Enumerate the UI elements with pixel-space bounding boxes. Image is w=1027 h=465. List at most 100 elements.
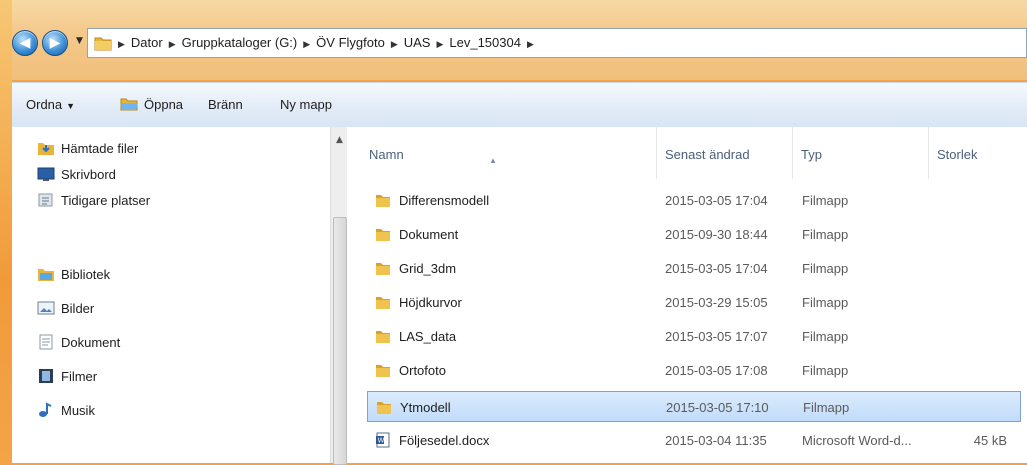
column-header-size[interactable]: Storlek bbox=[929, 127, 1027, 179]
forward-button[interactable]: ▶ bbox=[42, 30, 68, 56]
organize-label: Ordna bbox=[26, 97, 63, 112]
folder-icon bbox=[376, 365, 390, 377]
file-type: Filmapp bbox=[802, 295, 849, 310]
nav-label: Hämtade filer bbox=[61, 141, 139, 156]
folder-icon bbox=[376, 297, 390, 309]
file-name: Differensmodell bbox=[399, 193, 490, 208]
nav-item-documents[interactable]: Dokument bbox=[37, 331, 120, 355]
breadcrumb-item[interactable]: Gruppkataloger (G:) bbox=[182, 29, 298, 57]
folder-icon bbox=[376, 331, 390, 343]
navigation-scrollbar[interactable]: ▲ bbox=[330, 127, 348, 465]
table-row[interactable]: W Följesedel.docx 2015-03-04 11:35 Microsof… bbox=[367, 425, 1021, 456]
file-type: Filmapp bbox=[803, 400, 850, 415]
breadcrumb-separator-icon[interactable]: ▶ bbox=[118, 30, 125, 58]
file-name: LAS_data bbox=[399, 329, 457, 344]
nav-item-desktop[interactable]: Skrivbord bbox=[37, 163, 116, 187]
breadcrumb-item[interactable]: UAS bbox=[404, 29, 431, 57]
file-size: 45 kB bbox=[973, 433, 1007, 448]
table-row[interactable]: Differensmodell 2015-03-05 17:04 Filmapp bbox=[367, 185, 1021, 216]
file-type: Filmapp bbox=[802, 329, 849, 344]
file-name-cell: Grid_3dm bbox=[375, 253, 456, 284]
open-button[interactable]: Öppna bbox=[120, 83, 183, 127]
burn-label: Bränn bbox=[208, 97, 243, 112]
file-type: Filmapp bbox=[802, 227, 849, 242]
column-header-label: Namn bbox=[369, 147, 404, 162]
nav-item-videos[interactable]: Filmer bbox=[37, 365, 97, 389]
file-name-cell: LAS_data bbox=[375, 321, 456, 352]
burn-button[interactable]: Bränn bbox=[208, 83, 243, 127]
file-modified: 2015-09-30 18:44 bbox=[665, 227, 768, 242]
desktop-icon bbox=[37, 167, 55, 181]
breadcrumb-separator-icon[interactable]: ▶ bbox=[527, 30, 534, 58]
window-chrome: ◀ ▶ ▼ ▶ Dator ▶ Gruppkataloger (G:) ▶ ÖV Flyg… bbox=[12, 0, 1027, 80]
scrollbar-thumb[interactable] bbox=[333, 217, 347, 465]
file-type: Filmapp bbox=[802, 363, 849, 378]
column-header-type[interactable]: Typ bbox=[793, 127, 929, 179]
documents-icon bbox=[39, 334, 53, 350]
chevron-down-icon: ▼ bbox=[66, 101, 76, 111]
breadcrumb-separator-icon[interactable]: ▶ bbox=[303, 30, 310, 58]
breadcrumb-separator-icon[interactable]: ▶ bbox=[169, 30, 176, 58]
file-name-cell: Ortofoto bbox=[375, 355, 446, 386]
nav-label: Dokument bbox=[61, 335, 121, 350]
file-size bbox=[927, 219, 1007, 250]
word-document-icon: W bbox=[376, 432, 390, 448]
nav-label: Bibliotek bbox=[61, 267, 111, 282]
file-list: Namn ▲ Senast ändrad Typ Storlek Differe… bbox=[347, 127, 1027, 463]
new-folder-label: Ny mapp bbox=[280, 97, 333, 112]
svg-text:W: W bbox=[378, 437, 385, 445]
address-bar[interactable]: ▶ Dator ▶ Gruppkataloger (G:) ▶ ÖV Flygfoto ▶ U… bbox=[87, 28, 1027, 58]
file-name: Grid_3dm bbox=[399, 261, 457, 276]
file-modified: 2015-03-04 11:35 bbox=[665, 433, 767, 448]
history-dropdown-icon[interactable]: ▼ bbox=[76, 36, 83, 46]
file-name-cell: Ytmodell bbox=[376, 392, 451, 423]
pictures-icon bbox=[37, 301, 55, 315]
file-name: Dokument bbox=[399, 227, 459, 242]
sort-ascending-icon: ▲ bbox=[489, 156, 497, 165]
folder-icon bbox=[376, 195, 390, 207]
file-modified: 2015-03-05 17:07 bbox=[665, 329, 768, 344]
table-row[interactable]: Dokument 2015-09-30 18:44 Filmapp bbox=[367, 219, 1021, 250]
file-type: Microsoft Word-d... bbox=[802, 433, 912, 448]
nav-item-music[interactable]: Musik bbox=[37, 399, 95, 423]
back-button[interactable]: ◀ bbox=[12, 30, 38, 56]
organize-button[interactable]: Ordna ▼ bbox=[26, 83, 75, 127]
open-folder-icon bbox=[120, 98, 138, 111]
nav-item-libraries[interactable]: Bibliotek bbox=[37, 263, 110, 287]
breadcrumb-item[interactable]: Lev_150304 bbox=[449, 29, 521, 57]
column-header-label: Storlek bbox=[937, 147, 978, 162]
column-header-modified[interactable]: Senast ändrad bbox=[657, 127, 793, 179]
table-row[interactable]: Ytmodell 2015-03-05 17:10 Filmapp bbox=[367, 391, 1021, 422]
file-size bbox=[927, 253, 1007, 284]
folder-icon bbox=[376, 229, 390, 241]
recent-places-icon bbox=[38, 193, 53, 207]
nav-item-downloads[interactable]: Hämtade filer bbox=[37, 137, 138, 161]
nav-item-recent-places[interactable]: Tidigare platser bbox=[37, 189, 150, 213]
folder-icon bbox=[377, 402, 391, 414]
breadcrumb-separator-icon[interactable]: ▶ bbox=[436, 30, 443, 58]
file-modified: 2015-03-29 15:05 bbox=[665, 295, 768, 310]
breadcrumb-item[interactable]: Dator bbox=[131, 29, 163, 57]
new-folder-button[interactable]: Ny mapp bbox=[280, 83, 332, 127]
videos-icon bbox=[39, 369, 53, 383]
table-row[interactable]: LAS_data 2015-03-05 17:07 Filmapp bbox=[367, 321, 1021, 352]
file-name: Ytmodell bbox=[400, 400, 451, 415]
nav-label: Tidigare platser bbox=[61, 193, 151, 208]
breadcrumb-separator-icon[interactable]: ▶ bbox=[391, 30, 398, 58]
file-size bbox=[927, 185, 1007, 216]
table-row[interactable]: Ortofoto 2015-03-05 17:08 Filmapp bbox=[367, 355, 1021, 386]
command-bar: Ordna ▼ Öppna Bränn Ny mapp bbox=[12, 82, 1027, 128]
scroll-up-icon[interactable]: ▲ bbox=[336, 135, 343, 145]
file-name: Följesedel.docx bbox=[399, 433, 490, 448]
file-name-cell: W Följesedel.docx bbox=[375, 425, 489, 456]
table-row[interactable]: Höjdkurvor 2015-03-29 15:05 Filmapp bbox=[367, 287, 1021, 318]
desktop-edge bbox=[0, 0, 12, 463]
file-size bbox=[927, 321, 1007, 352]
nav-item-pictures[interactable]: Bilder bbox=[37, 297, 94, 321]
breadcrumb-item[interactable]: ÖV Flygfoto bbox=[316, 29, 385, 57]
open-label: Öppna bbox=[144, 97, 184, 112]
table-row[interactable]: Grid_3dm 2015-03-05 17:04 Filmapp bbox=[367, 253, 1021, 284]
column-header-label: Typ bbox=[801, 147, 822, 162]
column-header-name[interactable]: Namn ▲ bbox=[361, 127, 657, 179]
nav-label: Musik bbox=[61, 403, 95, 418]
